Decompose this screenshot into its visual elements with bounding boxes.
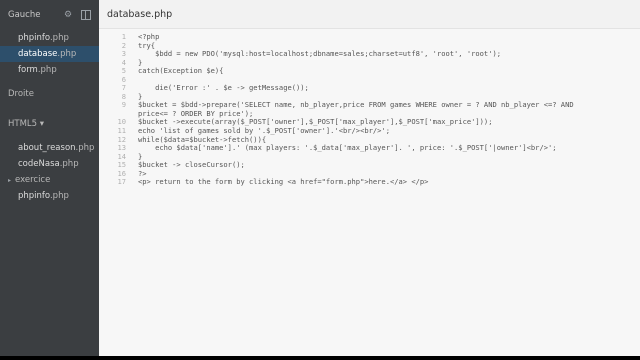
app-window: Gauche ⚙ phpinfo.php database.php form.php… — [0, 0, 640, 356]
line-number: 8 — [121, 91, 126, 101]
chevron-right-icon: ▸ — [8, 177, 12, 184]
folder-exercice[interactable]: ▸ exercice — [0, 172, 99, 188]
working-files-title: Gauche — [8, 10, 41, 20]
file-extension: .php — [57, 49, 77, 59]
split-view-icon[interactable] — [81, 10, 91, 20]
file-name: phpinfo — [18, 191, 50, 201]
bottom-bar — [0, 356, 640, 360]
code-text: $bucket -> closeCursor(); — [138, 160, 245, 170]
code-line: 13 echo $data['name'].' (max players: '.… — [99, 144, 640, 153]
file-item[interactable]: codeNasa.php — [0, 156, 99, 172]
code-line: 3 $bdd = new PDO('mysql:host=localhost;d… — [99, 50, 640, 59]
code-line: 17 <p> return to the form by clicking <a … — [99, 178, 640, 187]
line-number: 2 — [121, 40, 126, 50]
file-extension: .php — [49, 191, 69, 201]
file-item[interactable]: form.php — [0, 62, 99, 78]
editor: database.php 1 <?php 2 try{3 $bdd = new PDO… — [99, 0, 640, 356]
file-name: database — [18, 49, 58, 59]
project-files-list: about_reason.php codeNasa.php — [0, 140, 99, 172]
code-line: 1 <?php — [99, 32, 640, 42]
working-files-list: phpinfo.php database.php form.php — [0, 30, 99, 78]
line-number: 3 — [121, 49, 126, 59]
line-number: 1 — [121, 32, 126, 41]
line-number: 7 — [121, 83, 126, 93]
code-line: 7 die('Error :' . $e -> getMessage()); — [99, 84, 640, 93]
file-extension: .php — [75, 143, 95, 153]
folder-label: exercice — [15, 175, 51, 185]
file-extension: .php — [37, 65, 57, 75]
file-name: about_reason — [18, 143, 76, 153]
line-number: 4 — [121, 57, 126, 67]
file-name: form — [18, 65, 38, 75]
editor-tab[interactable]: database.php — [99, 0, 640, 29]
file-name: codeNasa — [18, 159, 60, 169]
code-text: echo $data['name'].' (max players: '.$_d… — [138, 143, 557, 153]
file-extension: .php — [59, 159, 79, 169]
line-number: 9 — [121, 100, 126, 110]
code-area[interactable]: 1 <?php 2 try{3 $bdd = new PDO('mysql:host=… — [99, 32, 640, 187]
line-number: 17 — [117, 177, 126, 187]
project-files-list-after: phpinfo.php — [0, 188, 99, 204]
file-item[interactable]: about_reason.php — [0, 140, 99, 156]
code-text: <p> return to the form by clicking <a hr… — [138, 177, 429, 187]
file-name: phpinfo — [18, 33, 50, 43]
file-item[interactable]: database.php — [0, 46, 99, 62]
line-number: 6 — [121, 74, 126, 84]
working-files-header: Gauche ⚙ — [0, 0, 99, 30]
code-line: 5 catch(Exception $e){ — [99, 67, 640, 76]
gear-icon[interactable]: ⚙ — [63, 10, 73, 20]
sidebar: Gauche ⚙ phpinfo.php database.php form.php… — [0, 0, 99, 356]
right-pane-title[interactable]: Droite — [0, 86, 99, 102]
file-extension: .php — [49, 33, 69, 43]
file-item[interactable]: phpinfo.php — [0, 188, 99, 204]
code-text: die('Error :' . $e -> getMessage()); — [138, 83, 309, 93]
editor-tab-title: database.php — [107, 8, 173, 20]
code-line: 15 $bucket -> closeCursor(); — [99, 161, 640, 170]
code-text: catch(Exception $e){ — [138, 66, 224, 76]
line-number: 5 — [121, 66, 126, 76]
project-title[interactable]: HTML5 ▾ — [0, 116, 99, 132]
file-item[interactable]: phpinfo.php — [0, 30, 99, 46]
code-text: $bdd = new PDO('mysql:host=localhost;dbn… — [138, 49, 502, 59]
